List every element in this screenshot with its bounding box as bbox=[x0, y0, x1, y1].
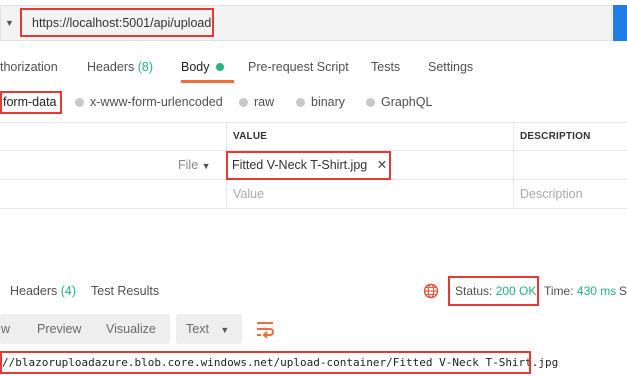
tab-headers-count: (8) bbox=[137, 60, 154, 74]
radio-dot-icon bbox=[239, 98, 248, 107]
body-active-dot-icon bbox=[215, 63, 224, 71]
radio-dot-icon bbox=[296, 98, 305, 107]
column-divider bbox=[513, 122, 514, 208]
chevron-down-icon: ▼ bbox=[220, 325, 230, 335]
response-tab-headers-label: Headers bbox=[10, 284, 58, 298]
table-bottom-border bbox=[0, 208, 627, 209]
radio-urlencoded[interactable]: x-www-form-urlencoded bbox=[75, 95, 223, 109]
radio-urlencoded-label: x-www-form-urlencoded bbox=[90, 95, 223, 109]
tab-body-label: Body bbox=[181, 60, 210, 74]
response-tab-headers[interactable]: Headers (4) bbox=[10, 284, 76, 298]
tab-headers[interactable]: Headers (8) bbox=[87, 60, 153, 74]
tab-pre-request-script[interactable]: Pre-request Script bbox=[248, 60, 349, 74]
method-dropdown-caret[interactable]: ▼ bbox=[5, 18, 14, 28]
table-top-border bbox=[0, 122, 627, 123]
globe-icon[interactable] bbox=[423, 283, 439, 299]
radio-dot-icon bbox=[366, 98, 375, 107]
format-select[interactable]: Text ▼ bbox=[176, 314, 242, 344]
value-input[interactable]: Value bbox=[233, 187, 264, 201]
chevron-down-icon: ▼ bbox=[201, 161, 211, 171]
tab-headers-label: Headers bbox=[87, 60, 135, 74]
view-pretty-button[interactable]: w bbox=[1, 322, 10, 336]
response-time: Time: 430 ms bbox=[544, 284, 616, 298]
tab-tests[interactable]: Tests bbox=[371, 60, 400, 74]
format-label: Text bbox=[186, 322, 209, 336]
send-button[interactable] bbox=[613, 5, 627, 41]
radio-graphql-label: GraphQL bbox=[381, 95, 433, 109]
column-header-description: DESCRIPTION bbox=[520, 131, 591, 142]
response-tab-test-results[interactable]: Test Results bbox=[91, 284, 159, 298]
time-label: Time: bbox=[544, 284, 574, 298]
radio-raw-label: raw bbox=[254, 95, 275, 109]
response-highlight-box bbox=[0, 351, 531, 374]
response-size-label: S bbox=[619, 284, 627, 298]
tab-body[interactable]: Body bbox=[181, 60, 224, 74]
radio-raw[interactable]: raw bbox=[239, 95, 274, 109]
tab-authorization[interactable]: thorization bbox=[0, 60, 58, 74]
time-value: 430 ms bbox=[576, 284, 617, 298]
radio-binary-label: binary bbox=[311, 95, 346, 109]
radio-binary[interactable]: binary bbox=[296, 95, 345, 109]
column-header-value: VALUE bbox=[233, 131, 268, 142]
active-tab-underline bbox=[181, 80, 234, 83]
key-type-select[interactable]: File ▼ bbox=[178, 158, 211, 172]
view-visualize-button[interactable]: Visualize bbox=[106, 322, 156, 336]
wrap-lines-icon[interactable] bbox=[255, 320, 275, 338]
description-input[interactable]: Description bbox=[520, 187, 583, 201]
radio-graphql[interactable]: GraphQL bbox=[366, 95, 432, 109]
form-data-highlight-box bbox=[0, 91, 62, 114]
response-tab-headers-count: (4) bbox=[60, 284, 77, 298]
tab-settings[interactable]: Settings bbox=[428, 60, 473, 74]
key-type-label: File bbox=[178, 158, 199, 172]
file-highlight-box bbox=[226, 151, 391, 180]
radio-dot-icon bbox=[75, 98, 84, 107]
url-highlight-box bbox=[20, 8, 214, 37]
view-preview-button[interactable]: Preview bbox=[37, 322, 81, 336]
status-highlight-box bbox=[448, 276, 539, 306]
